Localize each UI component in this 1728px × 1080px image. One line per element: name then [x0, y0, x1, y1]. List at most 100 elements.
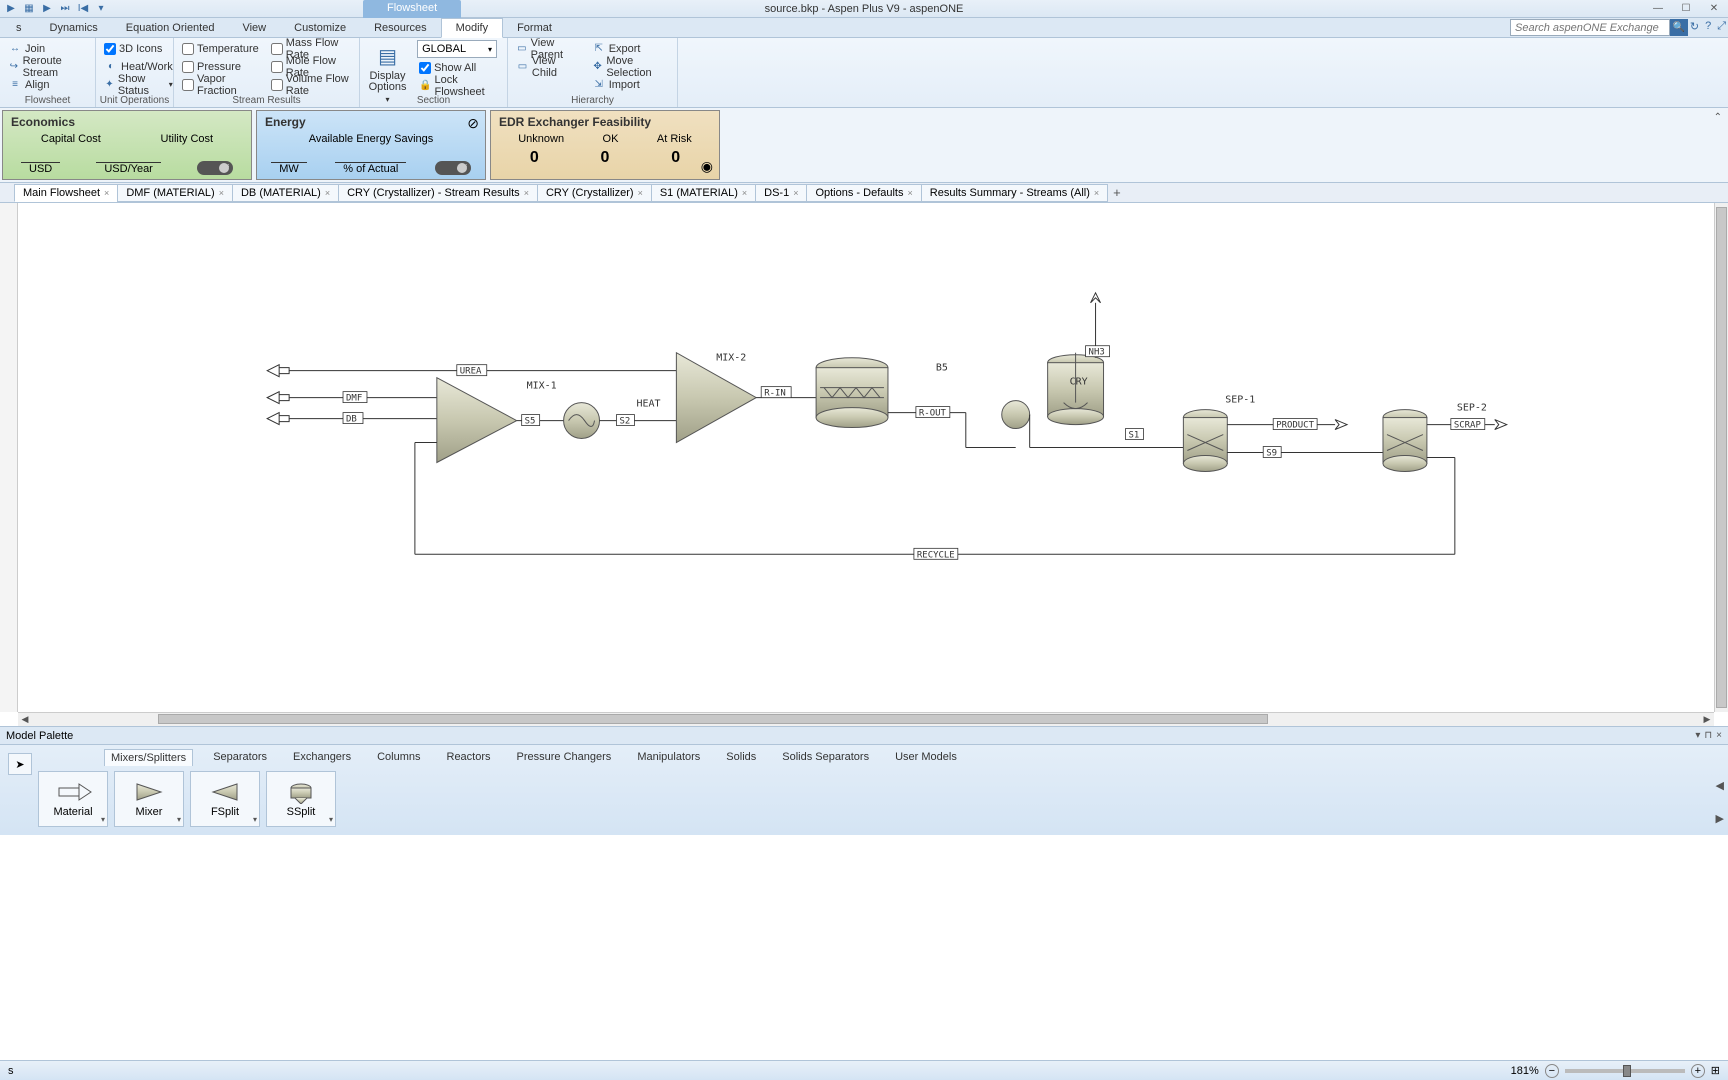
stream-label[interactable]: R-IN — [761, 387, 791, 399]
fit-icon[interactable]: ⊞ — [1711, 1064, 1720, 1077]
search-button[interactable]: 🔍 — [1670, 19, 1688, 36]
ribbon-tab[interactable]: Equation Oriented — [112, 19, 229, 37]
scroll-left-icon[interactable]: ◀ — [18, 713, 32, 727]
add-tab-button[interactable]: + — [1107, 185, 1123, 200]
horizontal-scrollbar[interactable]: ◀ ▶ — [18, 712, 1714, 726]
doc-tab-active[interactable]: Main Flowsheet× — [14, 184, 118, 202]
palette-scroll-up[interactable]: ◀ — [1716, 779, 1724, 792]
close-icon[interactable]: × — [1094, 188, 1099, 198]
palette-category[interactable]: Separators — [207, 749, 273, 766]
doc-tab[interactable]: DB (MATERIAL)× — [232, 184, 339, 202]
palette-scroll-down[interactable]: ▶ — [1716, 812, 1724, 825]
movesel-button[interactable]: ✥Move Selection — [590, 58, 671, 75]
zoom-in-button[interactable]: + — [1691, 1064, 1705, 1078]
palette-pointer[interactable]: ➤ — [8, 753, 32, 775]
palette-category[interactable]: User Models — [889, 749, 963, 766]
stream-label[interactable]: NH3 — [1086, 346, 1110, 358]
block-mix2[interactable] — [676, 353, 756, 443]
maximize-button[interactable]: ☐ — [1672, 0, 1700, 18]
align-button[interactable]: ≡Align — [6, 76, 89, 93]
doc-tab[interactable]: DMF (MATERIAL)× — [117, 184, 233, 202]
close-icon[interactable]: × — [325, 188, 330, 198]
scroll-right-icon[interactable]: ▶ — [1700, 713, 1714, 727]
palette-category[interactable]: Exchangers — [287, 749, 357, 766]
stream-label[interactable]: DMF — [343, 392, 367, 404]
stream-label[interactable]: S5 — [522, 415, 540, 427]
stream-label[interactable]: S9 — [1263, 447, 1281, 459]
reroute-button[interactable]: ↪Reroute Stream — [6, 58, 89, 75]
qat-grid-icon[interactable]: ▦ — [22, 2, 36, 16]
ribbon-tab[interactable]: s — [2, 19, 36, 37]
palette-item-mixer[interactable]: Mixer▾ — [114, 771, 184, 827]
ribbon-tab[interactable]: Dynamics — [36, 19, 112, 37]
3d-icons-check[interactable]: 3D Icons — [102, 40, 175, 57]
close-icon[interactable]: × — [1716, 730, 1722, 741]
help-icon[interactable]: ? — [1705, 20, 1711, 33]
energy-toggle[interactable]: off — [435, 161, 471, 175]
autohide-icon[interactable]: ⊓ — [1704, 730, 1712, 741]
palette-header[interactable]: Model Palette ▾ ⊓ × — [0, 727, 1728, 745]
volflow-check[interactable]: Volume Flow Rate — [269, 76, 353, 93]
economics-toggle[interactable]: off — [197, 161, 233, 175]
close-icon[interactable]: × — [524, 188, 529, 198]
stream-label[interactable]: PRODUCT — [1273, 419, 1317, 431]
qat-skip-icon[interactable]: ⏭ — [58, 2, 72, 16]
qat-rewind-icon[interactable]: I◀ — [76, 2, 90, 16]
palette-category[interactable]: Columns — [371, 749, 426, 766]
doc-tab[interactable]: Results Summary - Streams (All)× — [921, 184, 1108, 202]
block-mix1[interactable] — [437, 378, 517, 463]
refresh-icon[interactable]: ↻ — [1690, 20, 1699, 33]
palette-category-active[interactable]: Mixers/Splitters — [104, 749, 193, 766]
palette-item-fsplit[interactable]: FSplit▾ — [190, 771, 260, 827]
block-sep1[interactable] — [1183, 410, 1227, 472]
minimize-button[interactable]: — — [1644, 0, 1672, 18]
search-input[interactable] — [1510, 19, 1670, 36]
palette-category[interactable]: Solids Separators — [776, 749, 875, 766]
palette-category[interactable]: Solids — [720, 749, 762, 766]
qat-run-icon[interactable]: ▶ — [40, 2, 54, 16]
expand-icon[interactable]: ⤢ — [1717, 20, 1726, 33]
scope-combo[interactable]: GLOBAL▾ — [417, 40, 497, 58]
collapse-kpi-button[interactable]: ⌃ — [1714, 112, 1722, 123]
qat-dropdown-icon[interactable]: ▾ — [94, 2, 108, 16]
feed-arrow[interactable] — [267, 365, 289, 377]
economics-panel[interactable]: Economics Capital CostUtility Cost USD U… — [2, 110, 252, 180]
stream-label[interactable]: UREA — [457, 365, 487, 377]
ribbon-tab[interactable]: Resources — [360, 19, 441, 37]
viewchild-button[interactable]: ▭View Child — [514, 58, 582, 75]
stream-label[interactable]: DB — [343, 413, 363, 425]
zoom-out-button[interactable]: − — [1545, 1064, 1559, 1078]
palette-category[interactable]: Pressure Changers — [511, 749, 618, 766]
edr-panel[interactable]: EDR Exchanger Feasibility Unknown OK At … — [490, 110, 720, 180]
close-button[interactable]: ✕ — [1700, 0, 1728, 18]
pin-icon[interactable]: ▾ — [1695, 730, 1700, 741]
lock-button[interactable]: 🔒Lock Flowsheet — [417, 77, 501, 94]
block-reactor[interactable] — [816, 358, 888, 428]
doc-tab[interactable]: CRY (Crystallizer)× — [537, 184, 652, 202]
stream-label[interactable]: S1 — [1125, 429, 1143, 441]
palette-category[interactable]: Reactors — [441, 749, 497, 766]
showstatus-button[interactable]: ✦Show Status▾ — [102, 76, 175, 93]
doc-tab[interactable]: S1 (MATERIAL)× — [651, 184, 756, 202]
vaporfrac-check[interactable]: Vapor Fraction — [180, 76, 261, 93]
palette-category[interactable]: Manipulators — [631, 749, 706, 766]
ribbon-tab[interactable]: Format — [503, 19, 566, 37]
doc-tab[interactable]: Options - Defaults× — [806, 184, 921, 202]
close-icon[interactable]: × — [219, 188, 224, 198]
zoom-slider[interactable] — [1565, 1069, 1685, 1073]
block-heater2[interactable] — [1002, 401, 1030, 429]
product-arrow[interactable] — [1335, 420, 1347, 430]
feed-arrow[interactable] — [267, 413, 289, 425]
close-icon[interactable]: × — [793, 188, 798, 198]
qat-play-icon[interactable]: ▶ — [4, 2, 18, 16]
stream-label[interactable]: SCRAP — [1451, 419, 1485, 431]
product-arrow[interactable] — [1091, 293, 1101, 303]
import-button[interactable]: ⇲Import — [590, 76, 671, 93]
ribbon-tab-active[interactable]: Modify — [441, 18, 503, 38]
ribbon-tab[interactable]: View — [228, 19, 280, 37]
palette-item-material[interactable]: Material▾ — [38, 771, 108, 827]
vertical-scrollbar[interactable] — [1714, 203, 1728, 712]
stream-label[interactable]: RECYCLE — [914, 548, 958, 560]
flowsheet-canvas[interactable]: UREA DMF DB MIX-1 S5 HEAT S2 MIX-2 R-IN — [18, 203, 1714, 712]
palette-item-ssplit[interactable]: SSplit▾ — [266, 771, 336, 827]
